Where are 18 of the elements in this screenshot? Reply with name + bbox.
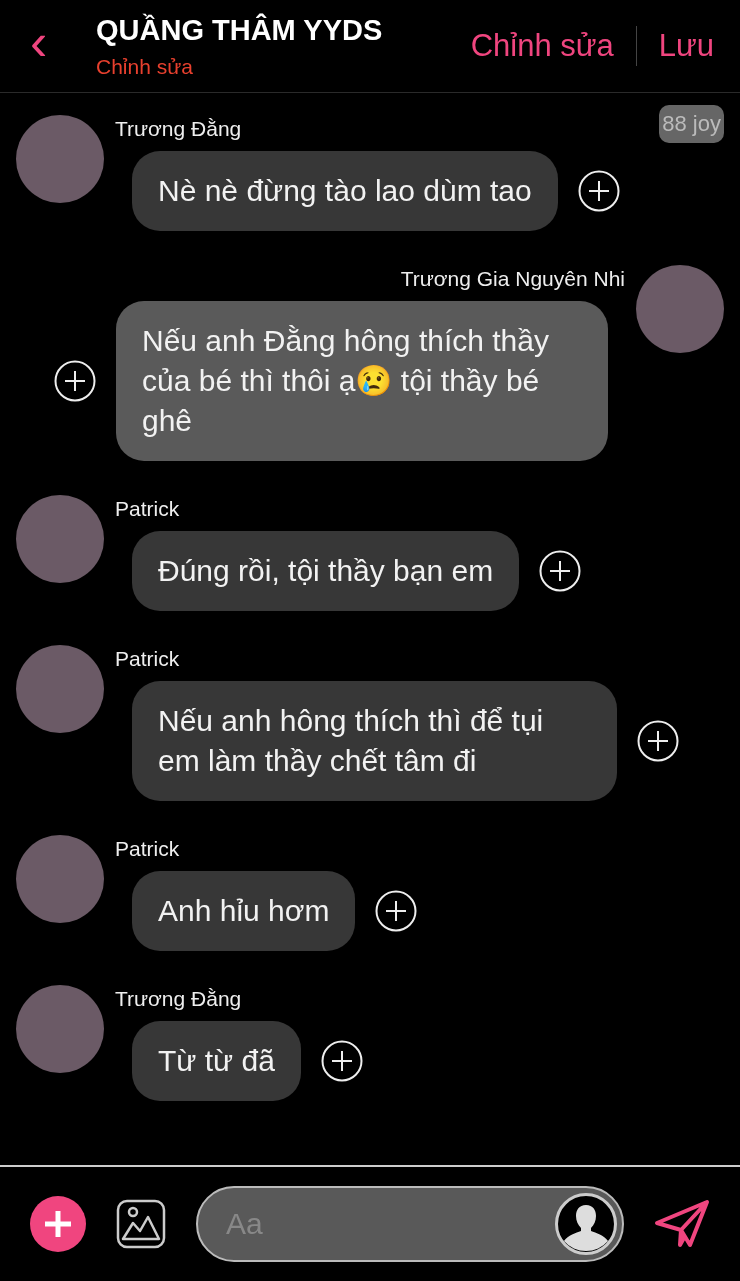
points-badge: 88 joy [659,105,724,143]
message-bubble: Nếu anh Đằng hông thích thầy của bé thì thôi ạ😢 tội thầy bé ghê [116,301,608,461]
sender-name: Patrick [115,497,181,521]
sender-name: Patrick [115,647,181,671]
message-bubble: Nè nè đừng tào lao dùm tao [132,151,558,231]
message-bubble: Đúng rồi, tội thầy bạn em [132,531,520,611]
message-bubble: Từ từ đã [132,1021,301,1101]
sender-name: Patrick [115,837,181,861]
chat-subtitle: Chỉnh sửa [96,54,194,79]
message-bubble: Nếu anh hông thích thì để tụi em làm thầy chết tâm đi [132,681,617,801]
sender-name: Trương Đằng [115,117,243,141]
header-action-button[interactable]: Chỉnh sửa [470,28,614,64]
sender-name: Trương Gia Nguyên Nhi [400,267,625,291]
chat-title: QUẦNG THÂM YYDS [96,13,384,47]
sender-name: Trương Đằng [115,987,243,1011]
header-action-button[interactable]: Lưu [658,28,714,64]
message-bubble: Anh hỉu hơm [132,871,356,951]
back-button[interactable]: ‹ [30,16,96,68]
